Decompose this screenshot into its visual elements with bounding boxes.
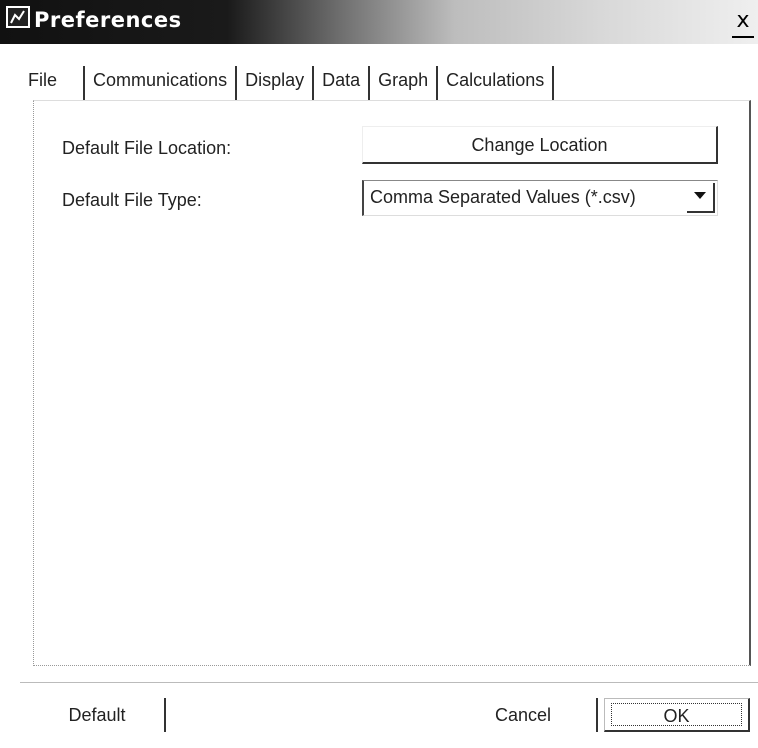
cancel-button[interactable]: Cancel [450,698,598,732]
close-button[interactable]: x [732,10,754,38]
dropdown-button[interactable] [687,183,715,213]
ok-button[interactable]: OK [604,698,750,732]
footer-separator [20,682,758,683]
close-icon: x [736,8,750,33]
tab-file[interactable]: File [22,66,83,100]
change-location-button[interactable]: Change Location [362,126,718,164]
window-title: Preferences [34,8,182,32]
app-icon [6,6,30,28]
title-bar: Preferences x [0,0,758,44]
file-type-select[interactable]: Comma Separated Values (*.csv) [362,180,718,216]
tab-calculations[interactable]: Calculations [438,66,555,100]
tab-data[interactable]: Data [314,66,371,100]
default-button[interactable]: Default [30,698,166,732]
ok-label: OK [663,706,690,726]
tab-communications[interactable]: Communications [83,66,238,100]
tab-display[interactable]: Display [237,66,315,100]
file-type-value: Comma Separated Values (*.csv) [370,187,636,207]
default-file-location-label: Default File Location: [62,138,232,158]
default-file-type-label: Default File Type: [62,190,202,210]
chevron-down-icon [694,192,706,199]
tab-graph[interactable]: Graph [370,66,439,100]
preferences-window: Preferences x File Communications Displa… [0,0,758,748]
tab-strip: File Communications Display Data Graph C… [22,60,555,100]
